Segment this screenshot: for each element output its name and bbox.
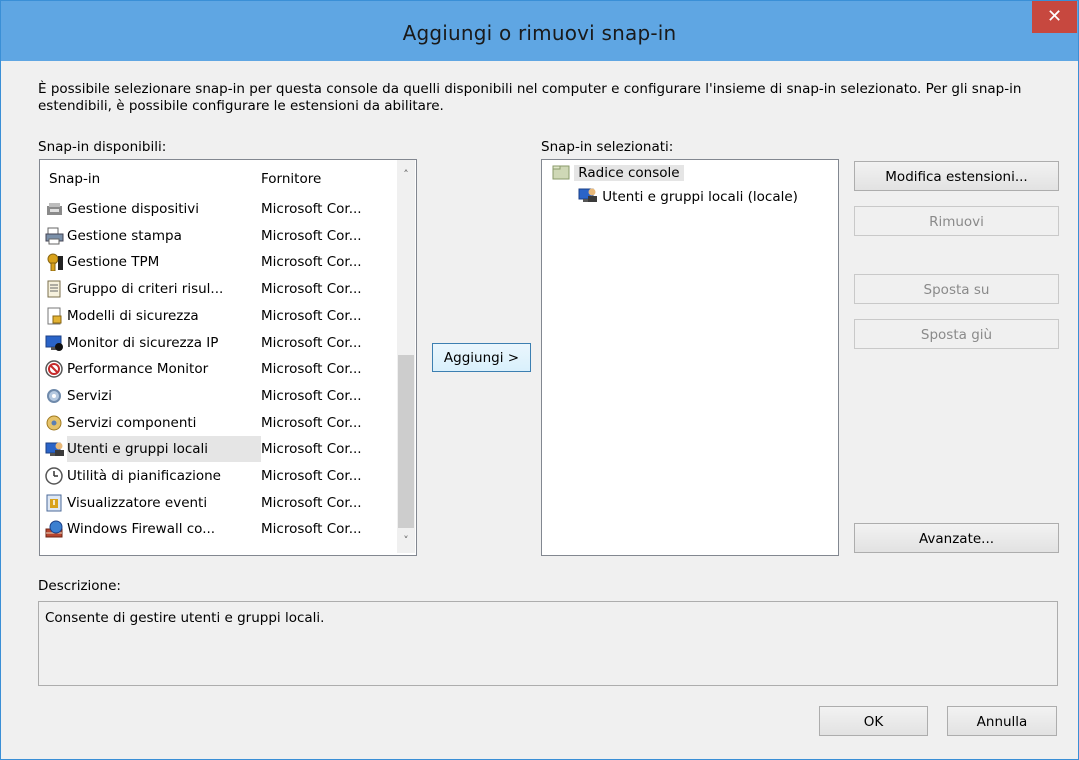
available-snapins-list[interactable]: Snap-in Fornitore Gestione dispositivi Mi…	[39, 159, 417, 556]
snapin-name: Windows Firewall co...	[67, 521, 216, 538]
snapin-vendor: Microsoft Cor...	[261, 494, 362, 511]
list-item[interactable]: Visualizzatore eventi Microsoft Cor...	[43, 490, 383, 516]
snapin-vendor: Microsoft Cor...	[261, 414, 362, 431]
description-text: Consente di gestire utenti e gruppi loca…	[45, 610, 325, 626]
snapin-name: Visualizzatore eventi	[67, 494, 208, 511]
snapin-name: Gestione dispositivi	[67, 201, 200, 217]
tree-root-label: Radice console	[574, 165, 684, 181]
list-item[interactable]: Gestione stampa Microsoft Cor...	[43, 223, 383, 249]
snapin-name: Monitor di sicurezza IP	[67, 334, 219, 351]
column-header-vendor[interactable]: Fornitore	[261, 160, 391, 196]
folder-icon	[552, 165, 570, 180]
selected-snapins-tree[interactable]: Radice console Utenti e gruppi locali (l…	[541, 159, 839, 556]
scroll-up-icon[interactable]: ˄	[397, 166, 415, 184]
description-label: Descrizione:	[38, 578, 121, 594]
advanced-button[interactable]: Avanzate...	[854, 523, 1059, 553]
snapin-vendor: Microsoft Cor...	[261, 201, 362, 217]
list-item[interactable]: Gruppo di criteri risul... Microsoft Cor.…	[43, 276, 383, 302]
policy-document-icon	[45, 280, 65, 298]
snapin-vendor: Microsoft Cor...	[261, 361, 362, 378]
list-item[interactable]: Windows Firewall co... Microsoft Cor...	[43, 516, 383, 542]
scroll-down-icon[interactable]: ˅	[397, 532, 415, 550]
list-item[interactable]: Utilità di pianificazione Microsoft Cor..…	[43, 463, 383, 489]
close-icon: ✕	[1046, 6, 1063, 27]
snapin-vendor: Microsoft Cor...	[261, 281, 362, 298]
remove-button[interactable]: Rimuovi	[854, 206, 1059, 236]
snapin-vendor: Microsoft Cor...	[261, 441, 362, 458]
move-down-button[interactable]: Sposta giù	[854, 319, 1059, 349]
description-box: Consente di gestire utenti e gruppi loca…	[38, 601, 1058, 686]
tree-item-local-users[interactable]: Utenti e gruppi locali (locale)	[578, 186, 798, 208]
scrollbar[interactable]: ˄ ˅	[397, 160, 415, 553]
security-template-icon	[45, 307, 65, 325]
snapin-name: Gestione TPM	[67, 254, 160, 271]
intro-text: È possibile selezionare snap-in per ques…	[38, 81, 1022, 114]
snapin-vendor: Microsoft Cor...	[261, 307, 362, 324]
local-users-icon	[578, 188, 597, 202]
ok-button[interactable]: OK	[819, 706, 928, 736]
snapin-vendor: Microsoft Cor...	[261, 468, 362, 484]
snapin-name: Utenti e gruppi locali	[67, 436, 261, 463]
scroll-thumb[interactable]	[398, 355, 414, 528]
tree-child-label: Utenti e gruppi locali (locale)	[602, 189, 798, 205]
list-item[interactable]: Gestione dispositivi Microsoft Cor...	[43, 196, 383, 222]
task-scheduler-clock-icon	[45, 467, 65, 485]
available-snapins-label: Snap-in disponibili:	[38, 139, 167, 155]
local-users-icon	[45, 440, 65, 458]
list-item[interactable]: Modelli di sicurezza Microsoft Cor...	[43, 303, 383, 329]
ip-security-monitor-icon	[45, 334, 65, 352]
selected-snapins-label: Snap-in selezionati:	[541, 139, 674, 155]
list-item[interactable]: Gestione TPM Microsoft Cor...	[43, 249, 383, 275]
performance-monitor-icon	[45, 360, 65, 378]
snapin-vendor: Microsoft Cor...	[261, 227, 362, 244]
cancel-button[interactable]: Annulla	[947, 706, 1057, 736]
snapin-name: Servizi	[67, 387, 113, 404]
services-gear-icon	[45, 387, 65, 405]
snapin-name: Gruppo di criteri risul...	[67, 281, 224, 298]
list-item[interactable]: Servizi componenti Microsoft Cor...	[43, 410, 383, 436]
list-item[interactable]: Performance Monitor Microsoft Cor...	[43, 356, 383, 382]
tpm-key-icon	[45, 253, 65, 272]
print-management-icon	[45, 227, 65, 245]
snapin-vendor: Microsoft Cor...	[261, 334, 362, 351]
column-header-snapin[interactable]: Snap-in	[49, 160, 249, 196]
snapin-vendor: Microsoft Cor...	[261, 254, 362, 271]
device-manager-icon	[45, 200, 65, 218]
tree-item-console-root[interactable]: Radice console	[552, 162, 684, 184]
list-item[interactable]: Utenti e gruppi locali Microsoft Cor...	[43, 436, 383, 463]
snapin-name: Utilità di pianificazione	[67, 468, 221, 484]
dialog-title: Aggiungi o rimuovi snap-in	[402, 21, 677, 45]
snapin-vendor: Microsoft Cor...	[261, 521, 362, 538]
edit-extensions-button[interactable]: Modifica estensioni...	[854, 161, 1059, 191]
dialog-body: È possibile selezionare snap-in per ques…	[8, 61, 1071, 752]
event-viewer-icon	[45, 494, 65, 512]
firewall-icon	[45, 520, 65, 538]
snapin-name: Performance Monitor	[67, 361, 209, 378]
snapin-name: Gestione stampa	[67, 227, 182, 244]
add-button[interactable]: Aggiungi >	[432, 343, 531, 372]
title-bar[interactable]: Aggiungi o rimuovi snap-in ✕	[1, 1, 1078, 61]
snapin-name: Servizi componenti	[67, 414, 197, 431]
dialog-window: Aggiungi o rimuovi snap-in ✕ È possibile…	[0, 0, 1079, 760]
list-item[interactable]: Servizi Microsoft Cor...	[43, 383, 383, 409]
snapin-vendor: Microsoft Cor...	[261, 387, 362, 404]
move-up-button[interactable]: Sposta su	[854, 274, 1059, 304]
component-services-icon	[45, 414, 65, 432]
close-button[interactable]: ✕	[1032, 1, 1077, 33]
list-item[interactable]: Monitor di sicurezza IP Microsoft Cor...	[43, 330, 383, 356]
snapin-name: Modelli di sicurezza	[67, 307, 199, 324]
